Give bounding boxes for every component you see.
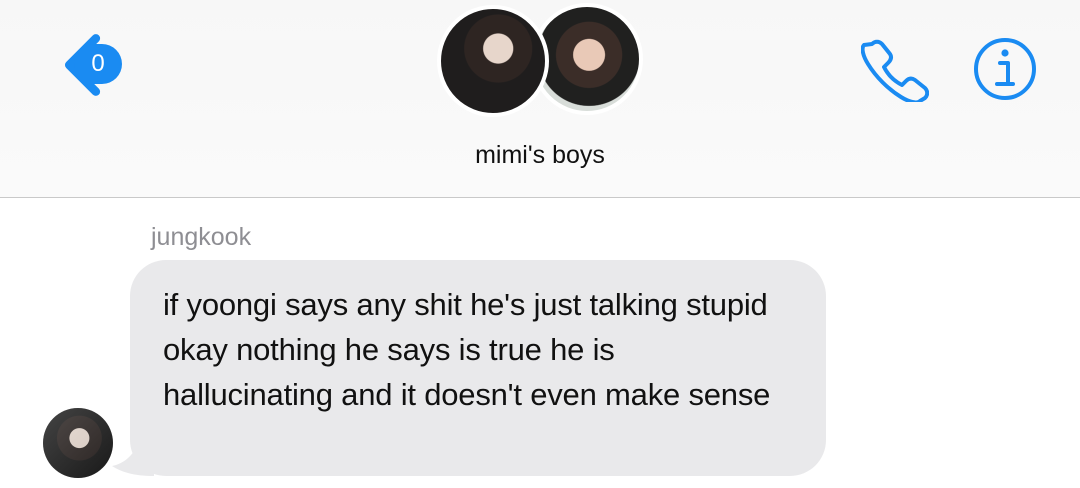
- message-sender-name: jungkook: [151, 223, 252, 251]
- messenger-conversation-screen: 0 mimi's boys jungkook if yoongi says an…: [0, 0, 1080, 488]
- message-text: if yoongi says any shit he's just talkin…: [163, 287, 771, 412]
- group-avatars[interactable]: [437, 3, 645, 123]
- incoming-message-bubble[interactable]: if yoongi says any shit he's just talkin…: [112, 260, 826, 476]
- avatar-photo-shading: [43, 408, 113, 478]
- conversation-header: 0 mimi's boys: [0, 0, 1080, 198]
- back-button[interactable]: 0: [36, 30, 128, 96]
- conversation-title[interactable]: mimi's boys: [0, 141, 1080, 170]
- call-button[interactable]: [861, 36, 929, 102]
- group-member-avatar: [437, 5, 549, 117]
- phone-icon: [861, 39, 929, 102]
- bubble-tail: [112, 431, 154, 476]
- sender-avatar[interactable]: [43, 408, 113, 478]
- info-icon: [974, 38, 1036, 100]
- info-button[interactable]: [973, 37, 1037, 101]
- unread-count-badge: 0: [74, 44, 122, 84]
